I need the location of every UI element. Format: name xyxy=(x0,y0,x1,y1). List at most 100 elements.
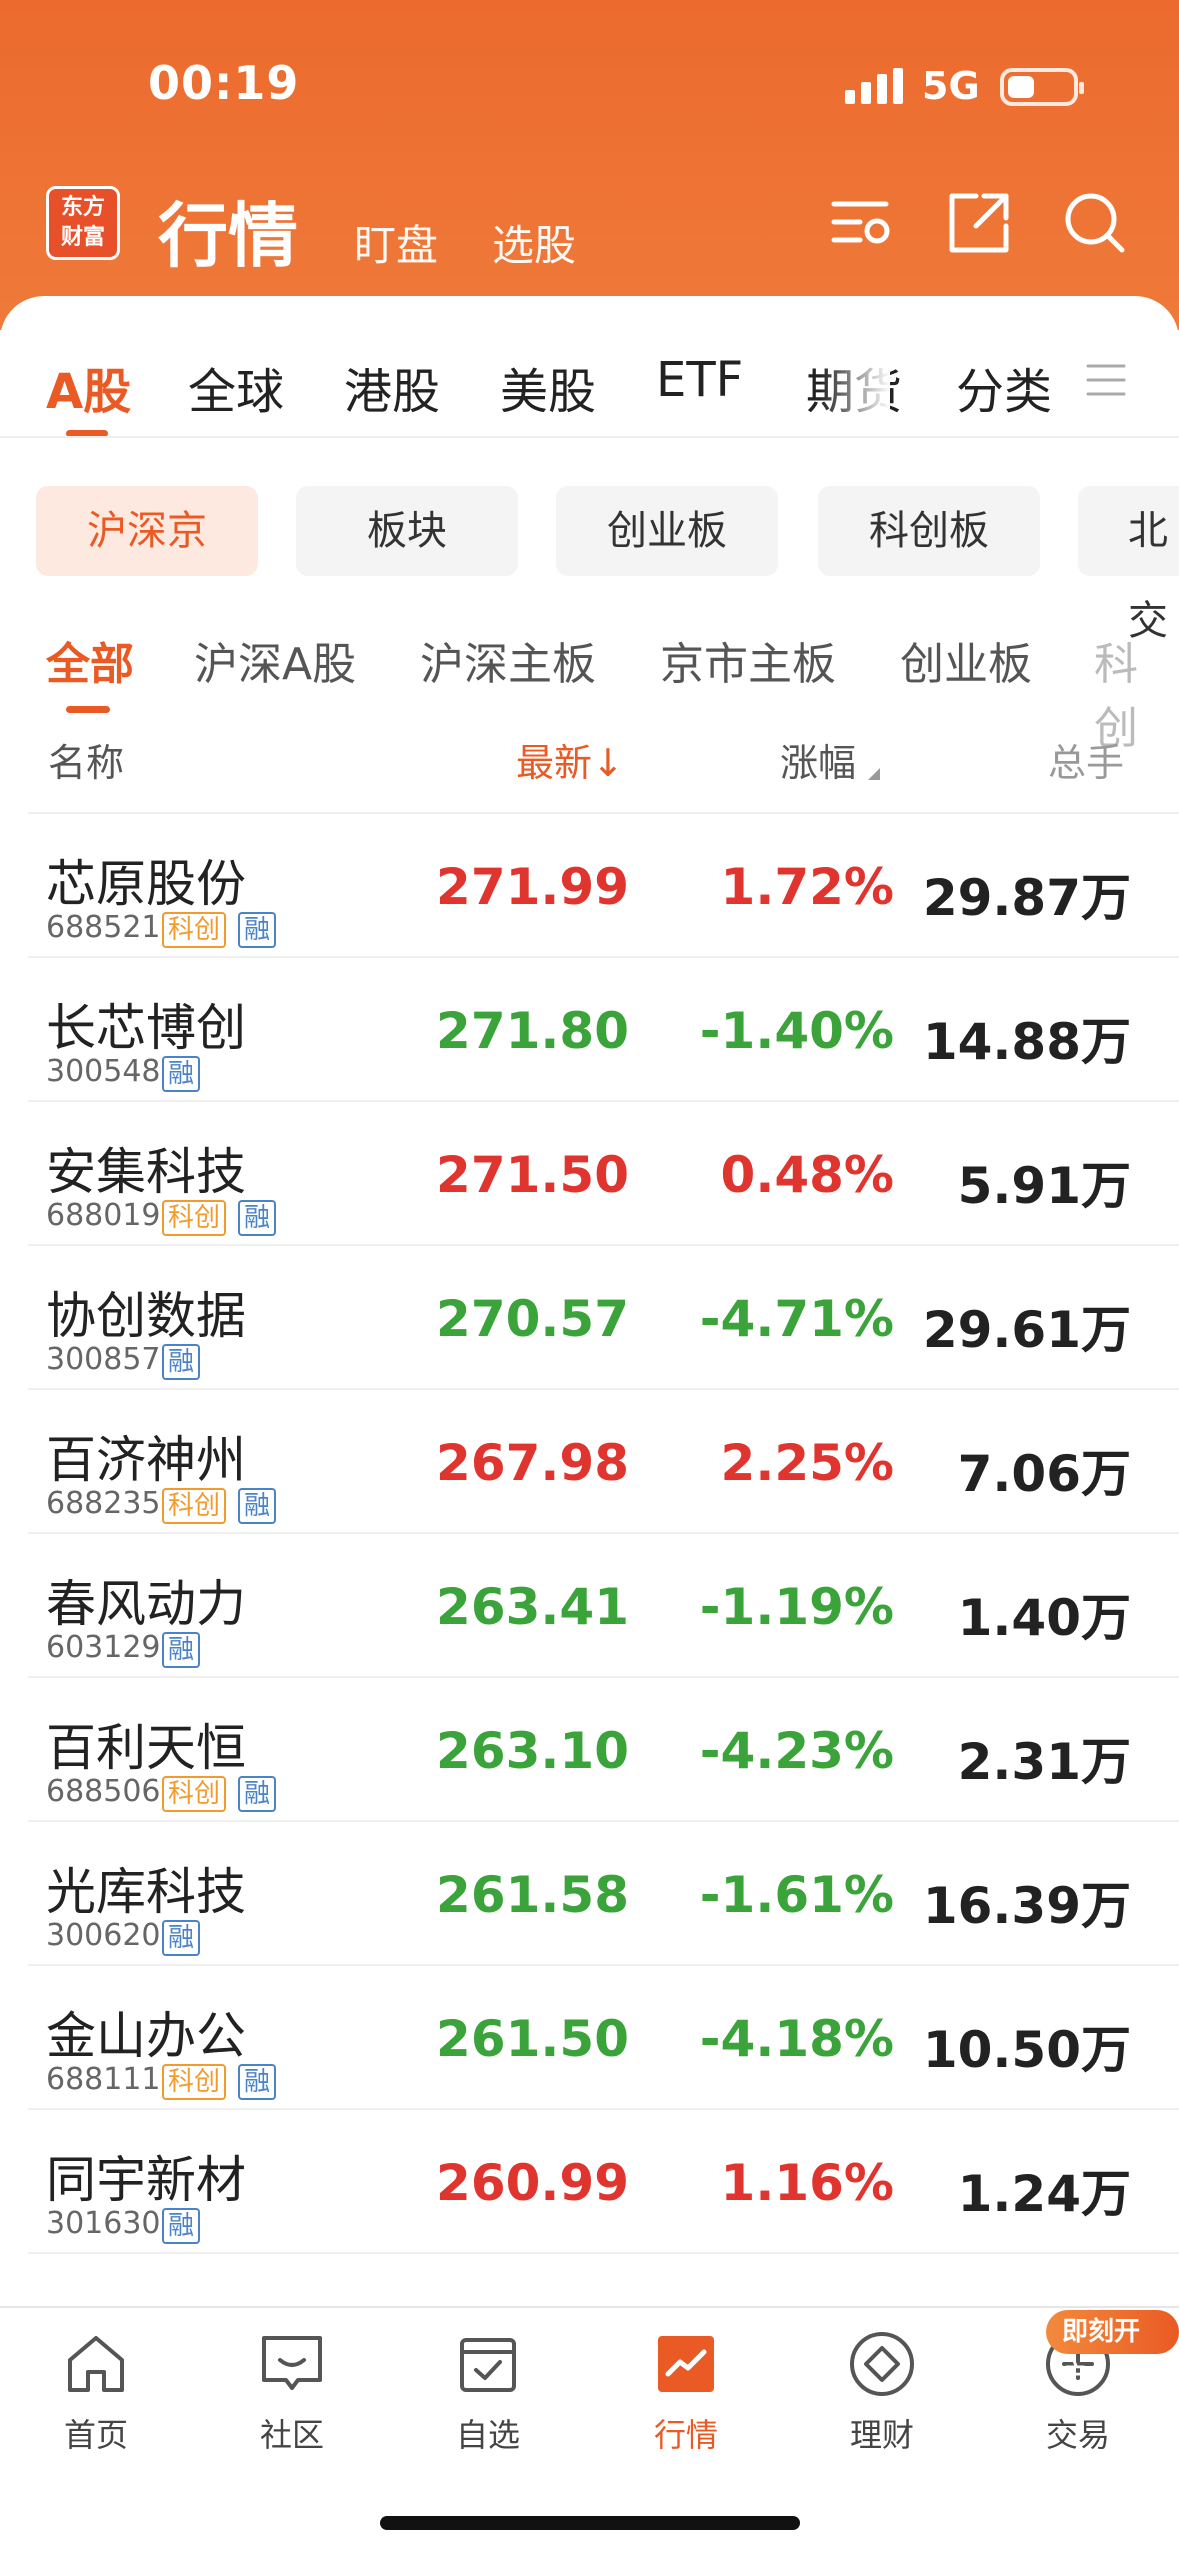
stock-row[interactable]: 芯原股份 688521 科创融 271.99 1.72% 29.87万 xyxy=(28,814,1179,958)
stock-code: 301630 xyxy=(46,2206,161,2241)
stock-name: 同宇新材 xyxy=(46,2151,246,2209)
star-market-badge: 科创 xyxy=(162,1200,227,1236)
menu-icon[interactable] xyxy=(1086,360,1126,400)
stock-row[interactable]: 金山办公 688111 科创融 261.50 -4.18% 10.50万 xyxy=(28,1966,1179,2110)
stock-code: 300548 xyxy=(46,1054,161,1089)
chip-chinext[interactable]: 创业板 xyxy=(556,486,778,576)
settings-list-icon[interactable] xyxy=(830,190,896,256)
stock-volume: 10.50万 xyxy=(922,2021,1131,2079)
subtab-watch[interactable]: 盯盘 xyxy=(354,212,438,273)
stock-price: 263.41 xyxy=(436,1578,629,1636)
margin-badge: 融 xyxy=(238,912,277,948)
stock-row[interactable]: 同宇新材 301630 融 260.99 1.16% 1.24万 xyxy=(28,2110,1179,2254)
stock-change: 1.72% xyxy=(720,858,894,916)
stock-row[interactable]: 百利天恒 688506 科创融 263.10 -4.23% 2.31万 xyxy=(28,1678,1179,1822)
stock-price: 271.80 xyxy=(436,1002,629,1060)
subtab-bj-main[interactable]: 京市主板 xyxy=(660,628,836,692)
stock-code: 603129 xyxy=(46,1630,161,1665)
nav-home[interactable]: 首页 xyxy=(16,2328,176,2456)
tab-hk[interactable]: 港股 xyxy=(344,352,440,422)
stock-price: 261.50 xyxy=(436,2010,629,2068)
market-chart-icon xyxy=(658,2336,714,2392)
margin-badge: 融 xyxy=(238,1200,277,1236)
stock-code: 688111 xyxy=(46,2062,161,2097)
star-market-badge: 科创 xyxy=(162,2064,227,2100)
nav-community[interactable]: 社区 xyxy=(212,2328,372,2456)
stock-code: 688521 xyxy=(46,910,161,945)
chip-bse[interactable]: 北交 xyxy=(1078,486,1179,644)
network-type: 5G xyxy=(922,64,980,108)
col-volume[interactable]: 总手 xyxy=(1048,732,1124,787)
share-icon[interactable] xyxy=(946,190,1012,256)
stock-code: 688506 xyxy=(46,1774,161,1809)
stock-name: 光库科技 xyxy=(46,1863,246,1921)
stock-price: 270.57 xyxy=(436,1290,629,1348)
stock-price: 261.58 xyxy=(436,1866,629,1924)
stock-price: 260.99 xyxy=(436,2154,629,2212)
col-latest-sort[interactable]: 最新↓ xyxy=(516,732,624,787)
stock-row[interactable]: 春风动力 603129 融 263.41 -1.19% 1.40万 xyxy=(28,1534,1179,1678)
nav-wealth[interactable]: 理财 xyxy=(802,2328,962,2456)
status-time: 00:19 xyxy=(148,56,300,110)
stock-price: 271.99 xyxy=(436,858,629,916)
logo-line2: 财富 xyxy=(60,225,105,250)
tabs-divider xyxy=(0,436,1179,438)
stock-volume: 29.61万 xyxy=(922,1301,1131,1359)
stock-row[interactable]: 安集科技 688019 科创融 271.50 0.48% 5.91万 xyxy=(28,1102,1179,1246)
stock-change: -4.23% xyxy=(699,1722,894,1780)
app-logo: 东方 财富 xyxy=(46,186,120,260)
nav-market-label: 行情 xyxy=(653,2416,718,2454)
signal-icon xyxy=(845,68,903,104)
stock-change: -1.19% xyxy=(699,1578,894,1636)
open-account-badge[interactable]: 即刻开户 xyxy=(1046,2310,1179,2391)
chip-hs-bj[interactable]: 沪深京 xyxy=(36,486,258,576)
stock-price: 271.50 xyxy=(436,1146,629,1204)
tab-category[interactable]: 分类 xyxy=(956,352,1052,422)
nav-watchlist[interactable]: 自选 xyxy=(408,2328,568,2456)
stock-row[interactable]: 百济神州 688235 科创融 267.98 2.25% 7.06万 xyxy=(28,1390,1179,1534)
stock-volume: 5.91万 xyxy=(957,1157,1131,1215)
chip-sector[interactable]: 板块 xyxy=(296,486,518,576)
subtab-all[interactable]: 全部 xyxy=(46,628,134,692)
stock-name: 安集科技 xyxy=(46,1143,246,1201)
stock-change: -1.61% xyxy=(699,1866,894,1924)
logo-line1: 东方 xyxy=(60,195,105,220)
stock-code: 688235 xyxy=(46,1486,161,1521)
stock-row[interactable]: 长芯博创 300548 融 271.80 -1.40% 14.88万 xyxy=(28,958,1179,1102)
diamond-icon xyxy=(850,2332,914,2396)
subtab-hs-main[interactable]: 沪深主板 xyxy=(420,628,596,692)
stock-code: 688019 xyxy=(46,1198,161,1233)
star-market-badge: 科创 xyxy=(162,1488,227,1524)
stock-code: 300857 xyxy=(46,1342,161,1377)
stock-change: 0.48% xyxy=(720,1146,894,1204)
battery-icon xyxy=(1000,68,1084,106)
chip-star[interactable]: 科创板 xyxy=(818,486,1040,576)
home-icon xyxy=(68,2336,124,2392)
margin-badge: 融 xyxy=(238,1776,277,1812)
col-change[interactable]: 涨幅 xyxy=(780,732,856,787)
subtab-hs-a[interactable]: 沪深A股 xyxy=(194,628,356,692)
stock-volume: 29.87万 xyxy=(922,869,1131,927)
home-indicator xyxy=(380,2516,800,2530)
stock-name: 金山办公 xyxy=(46,2007,246,2065)
stock-row[interactable]: 协创数据 300857 融 270.57 -4.71% 29.61万 xyxy=(28,1246,1179,1390)
subtab-chinext[interactable]: 创业板 xyxy=(900,628,1032,692)
stock-name: 春风动力 xyxy=(46,1575,246,1633)
stock-row[interactable]: 光库科技 300620 融 261.58 -1.61% 16.39万 xyxy=(28,1822,1179,1966)
stock-price: 263.10 xyxy=(436,1722,629,1780)
checklist-icon xyxy=(460,2338,516,2392)
nav-market[interactable]: 行情 xyxy=(606,2328,766,2456)
search-icon[interactable] xyxy=(1062,190,1128,256)
tab-global[interactable]: 全球 xyxy=(188,352,284,422)
tab-etf[interactable]: ETF xyxy=(656,352,743,408)
margin-badge: 融 xyxy=(238,1488,277,1524)
stock-change: -1.40% xyxy=(699,1002,894,1060)
star-market-badge: 科创 xyxy=(162,1776,227,1812)
stock-change: 1.16% xyxy=(720,2154,894,2212)
subtab-screener[interactable]: 选股 xyxy=(492,212,576,273)
stock-volume: 14.88万 xyxy=(922,1013,1131,1071)
tab-a-shares[interactable]: A股 xyxy=(46,352,131,422)
stock-change: -4.71% xyxy=(699,1290,894,1348)
tab-us[interactable]: 美股 xyxy=(500,352,596,422)
active-subtab-underline xyxy=(66,706,110,713)
